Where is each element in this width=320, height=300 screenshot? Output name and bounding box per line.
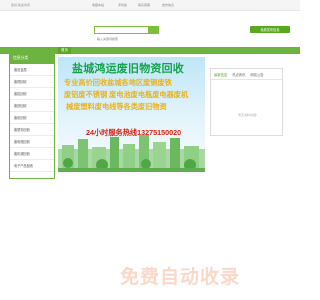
banner-line: 专业高价回收盐城各地区废铜废铁 — [64, 78, 172, 87]
sidebar-item-label: 废电瓶回收 — [14, 140, 30, 144]
chevron-right-icon: › — [50, 103, 51, 108]
top-link-mobile[interactable]: 手机版 — [118, 3, 127, 7]
chevron-right-icon: › — [50, 139, 51, 144]
sidebar-item-plastic[interactable]: 废塑料回收 › — [10, 124, 54, 136]
sidebar-item-label: 废机械回收 — [14, 152, 30, 156]
chevron-right-icon: › — [50, 151, 51, 156]
sidebar-item-label: 废塑料回收 — [14, 128, 30, 132]
nav-home[interactable]: 首页 — [58, 47, 71, 54]
tab-hot-news[interactable]: 热点资讯 — [232, 72, 245, 77]
sidebar-item-label: 废铝回收 — [14, 92, 27, 96]
chevron-right-icon: › — [50, 91, 51, 96]
top-link-favorite[interactable]: 收藏本站 — [92, 3, 104, 7]
top-link-service[interactable]: 联系客服 — [138, 3, 150, 7]
chevron-right-icon: › — [50, 115, 51, 120]
search-icon — [150, 35, 155, 39]
search-button[interactable] — [148, 27, 158, 39]
sidebar-item-label: 电子产品回收 — [14, 164, 34, 168]
top-link-publish[interactable]: 发布信息 — [162, 3, 174, 7]
publish-button[interactable]: 免费发布信息 — [250, 26, 290, 33]
sidebar-item-label: 废铁回收 — [14, 104, 27, 108]
sidebar-item-label: 废旧金属 — [14, 68, 27, 72]
promo-banner: 盐城鸿运废旧物资回收 专业高价回收盐城各地区废铜废铁 废铝废不锈钢 废电池废电瓶… — [58, 57, 205, 172]
tab-announcements[interactable]: 网站公告 — [250, 72, 263, 77]
banner-line: 废铝废不锈钢 废电池废电瓶废电器废机 — [64, 90, 189, 99]
chevron-right-icon: › — [50, 67, 51, 72]
category-sidebar: 信息分类 废旧金属 › 废铜回收 › 废铝回收 › 废铁回收 › 废纸回收 › 废塑料回收… — [9, 51, 55, 179]
sidebar-item-iron[interactable]: 废铁回收 › — [10, 100, 54, 112]
site-welcome-text: 您好,欢迎访问 — [11, 3, 30, 7]
sidebar-item-machinery[interactable]: 废机械回收 › — [10, 148, 54, 160]
info-panel: 最新信息 热点资讯 网站公告 暂无资料内容! — [210, 68, 283, 136]
panel-tabs: 最新信息 热点资讯 网站公告 — [211, 69, 282, 80]
banner-title: 盐城鸿运废旧物资回收 — [72, 63, 184, 75]
empty-message: 暂无资料内容! — [238, 113, 257, 117]
banner-line: 械废塑料废电线等各类废旧物资 — [66, 102, 167, 111]
sidebar-title: 信息分类 — [10, 52, 54, 64]
search-input[interactable] — [95, 36, 147, 42]
publish-button-label: 免费发布信息 — [260, 28, 280, 32]
chevron-right-icon: › — [50, 163, 51, 168]
sidebar-item-battery[interactable]: 废电瓶回收 › — [10, 136, 54, 148]
top-bar: 您好,欢迎访问 收藏本站 手机版 联系客服 发布信息 — [0, 0, 300, 11]
sidebar-item-label: 废铜回收 — [14, 80, 27, 84]
sidebar-item-electronics[interactable]: 电子产品回收 › — [10, 160, 54, 172]
sidebar-item-paper[interactable]: 废纸回收 › — [10, 112, 54, 124]
chevron-right-icon: › — [50, 127, 51, 132]
sidebar-item-scrap-metal[interactable]: 废旧金属 › — [10, 64, 54, 76]
sidebar-item-copper[interactable]: 废铜回收 › — [10, 76, 54, 88]
watermark-text: 免费自动收录 — [120, 267, 241, 288]
tab-latest[interactable]: 最新信息 — [214, 72, 227, 77]
sidebar-item-aluminum[interactable]: 废铝回收 › — [10, 88, 54, 100]
search-box — [94, 26, 159, 42]
city-skyline-illustration — [58, 135, 205, 172]
sidebar-item-label: 废纸回收 — [14, 116, 27, 120]
chevron-right-icon: › — [50, 79, 51, 84]
